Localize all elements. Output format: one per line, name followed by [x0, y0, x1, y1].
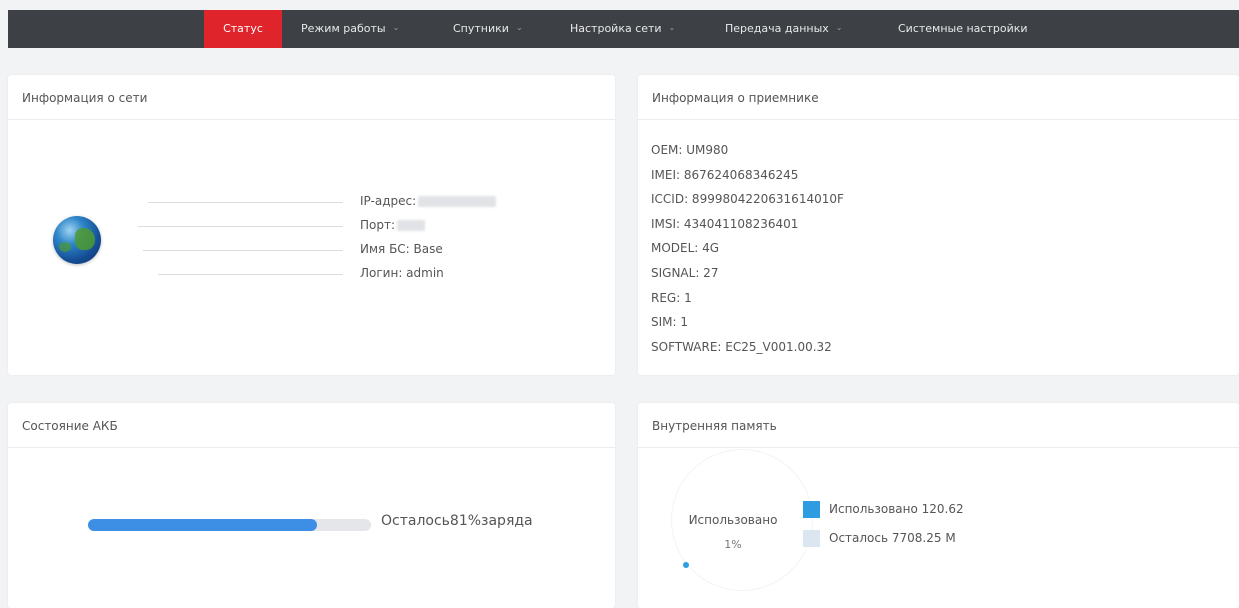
globe-icon [53, 216, 101, 264]
legend-left[interactable]: Осталось 7708.25 M [803, 529, 956, 547]
receiver-info-list: OEM: UM980 IMEI: 867624068346245 ICCID: … [651, 138, 844, 359]
internal-memory-title: Внутренняя память [638, 403, 1239, 448]
base-name-row: Имя БС: Base [360, 242, 443, 256]
battery-title: Состояние АКБ [8, 403, 615, 448]
chevron-down-icon: ⌄ [515, 23, 523, 32]
list-item: IMEI: 867624068346245 [651, 167, 799, 182]
legend-used[interactable]: Использовано 120.62 [803, 500, 964, 518]
list-item: SIM: 1 [651, 315, 689, 330]
receiver-info-title: Информация о приемнике [638, 75, 1239, 120]
memory-center-label: Использовано [688, 513, 778, 527]
nav-status[interactable]: Статус [204, 10, 282, 48]
legend-used-swatch [803, 501, 820, 518]
port-value-redacted [397, 220, 426, 231]
divider [138, 226, 343, 227]
ip-address-value-redacted [418, 196, 497, 207]
battery-progress-fill [88, 519, 318, 531]
memory-center-percent: 1% [724, 538, 742, 551]
nav-work-mode[interactable]: Режим работы ⌄ [301, 10, 399, 48]
list-item: SOFTWARE: EC25_V001.00.32 [651, 339, 832, 354]
ip-address-label: IP-адрес: [360, 194, 417, 208]
legend-left-label: Осталось 7708.25 M [829, 531, 956, 545]
divider [148, 202, 343, 203]
list-item: SIGNAL: 27 [651, 265, 719, 280]
battery-panel: Состояние АКБ Осталось81%заряда [8, 403, 615, 608]
battery-progress-bar [88, 519, 371, 531]
legend-left-swatch [803, 530, 820, 547]
top-nav-bar: Статус Режим работы ⌄ Спутники ⌄ Настройка… [8, 10, 1239, 48]
nav-system-settings[interactable]: Системные настройки [898, 10, 1028, 48]
nav-network-settings[interactable]: Настройка сети ⌄ [570, 10, 675, 48]
legend-used-label: Использовано 120.62 [829, 502, 964, 516]
nav-work-mode-label: Режим работы [301, 22, 386, 35]
nav-satellites-label: Спутники [453, 22, 509, 35]
divider [158, 274, 343, 275]
network-info-title: Информация о сети [8, 75, 615, 120]
chevron-down-icon: ⌄ [835, 23, 843, 32]
memory-used-segment [683, 562, 689, 568]
nav-network-settings-label: Настройка сети [570, 22, 662, 35]
list-item: REG: 1 [651, 290, 692, 305]
port-row: Порт: [360, 218, 426, 232]
divider [143, 250, 343, 251]
battery-status-text: Осталось81%заряда [381, 513, 533, 529]
nav-satellites[interactable]: Спутники ⌄ [453, 10, 523, 48]
port-label: Порт: [360, 218, 396, 232]
nav-status-label: Статус [223, 22, 263, 35]
ip-address-row: IP-адрес: [360, 194, 497, 208]
nav-data-transfer[interactable]: Передача данных ⌄ [725, 10, 843, 48]
list-item: ICCID: 8999804220631614010F [651, 192, 844, 207]
receiver-info-panel: Информация о приемнике OEM: UM980 IMEI: … [638, 75, 1239, 375]
chevron-down-icon: ⌄ [668, 23, 676, 32]
internal-memory-panel: Внутренняя память Использовано 1% Исполь… [638, 403, 1239, 608]
chevron-down-icon: ⌄ [392, 23, 400, 32]
list-item: OEM: UM980 [651, 143, 729, 157]
login-row: Логин: admin [360, 266, 444, 280]
nav-data-transfer-label: Передача данных [725, 22, 829, 35]
list-item: IMSI: 434041108236401 [651, 216, 799, 231]
list-item: MODEL: 4G [651, 241, 720, 256]
nav-system-settings-label: Системные настройки [898, 22, 1028, 35]
network-info-panel: Информация о сети IP-адрес: Порт: Имя БС… [8, 75, 615, 375]
